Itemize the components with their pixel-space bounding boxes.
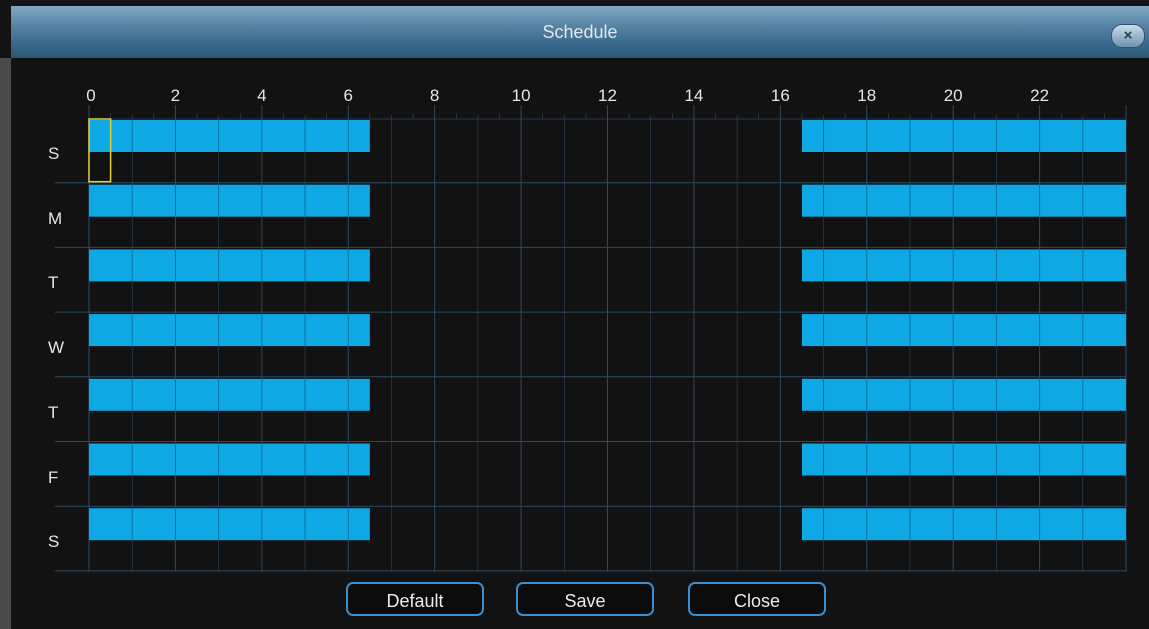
schedule-block[interactable] — [801, 249, 1126, 282]
day-label: S — [48, 144, 60, 163]
schedule-block[interactable] — [89, 508, 370, 541]
schedule-block[interactable] — [89, 314, 370, 347]
hour-label: 22 — [1030, 86, 1050, 105]
schedule-block[interactable] — [801, 120, 1126, 152]
schedule-block[interactable] — [801, 314, 1126, 347]
hour-label: 0 — [86, 86, 96, 105]
hour-label: 12 — [598, 86, 617, 105]
day-label: T — [48, 273, 59, 293]
schedule-block[interactable] — [89, 184, 370, 217]
schedule-block[interactable] — [801, 443, 1126, 476]
hour-label: 14 — [684, 86, 704, 105]
close-button[interactable]: Close — [688, 582, 826, 616]
hour-label: 8 — [429, 86, 440, 105]
schedule-block[interactable] — [89, 120, 370, 152]
save-button[interactable]: Save — [516, 582, 654, 616]
day-label: T — [48, 402, 59, 422]
default-button[interactable]: Default — [346, 582, 484, 616]
hour-label: 2 — [170, 86, 181, 105]
schedule-block[interactable] — [89, 249, 370, 282]
schedule-block[interactable] — [801, 508, 1126, 541]
hour-label: 6 — [343, 86, 353, 105]
schedule-block[interactable] — [89, 378, 370, 411]
schedule-block[interactable] — [801, 378, 1126, 411]
hour-label: 16 — [770, 86, 790, 105]
schedule-block[interactable] — [801, 184, 1126, 217]
hour-label: 20 — [943, 86, 963, 105]
schedule-window: Schedule × 0 2 4 6 8 10 12 14 16 18 20 22 SMTWTFS D… — [0, 0, 1149, 629]
day-label: W — [48, 338, 65, 358]
day-label: S — [48, 532, 60, 552]
hour-label: 18 — [857, 86, 877, 105]
hour-label: 10 — [511, 86, 531, 105]
hour-label: 4 — [257, 86, 267, 105]
schedule-block[interactable] — [89, 443, 370, 476]
day-label: F — [48, 467, 59, 487]
day-label: M — [48, 208, 63, 228]
